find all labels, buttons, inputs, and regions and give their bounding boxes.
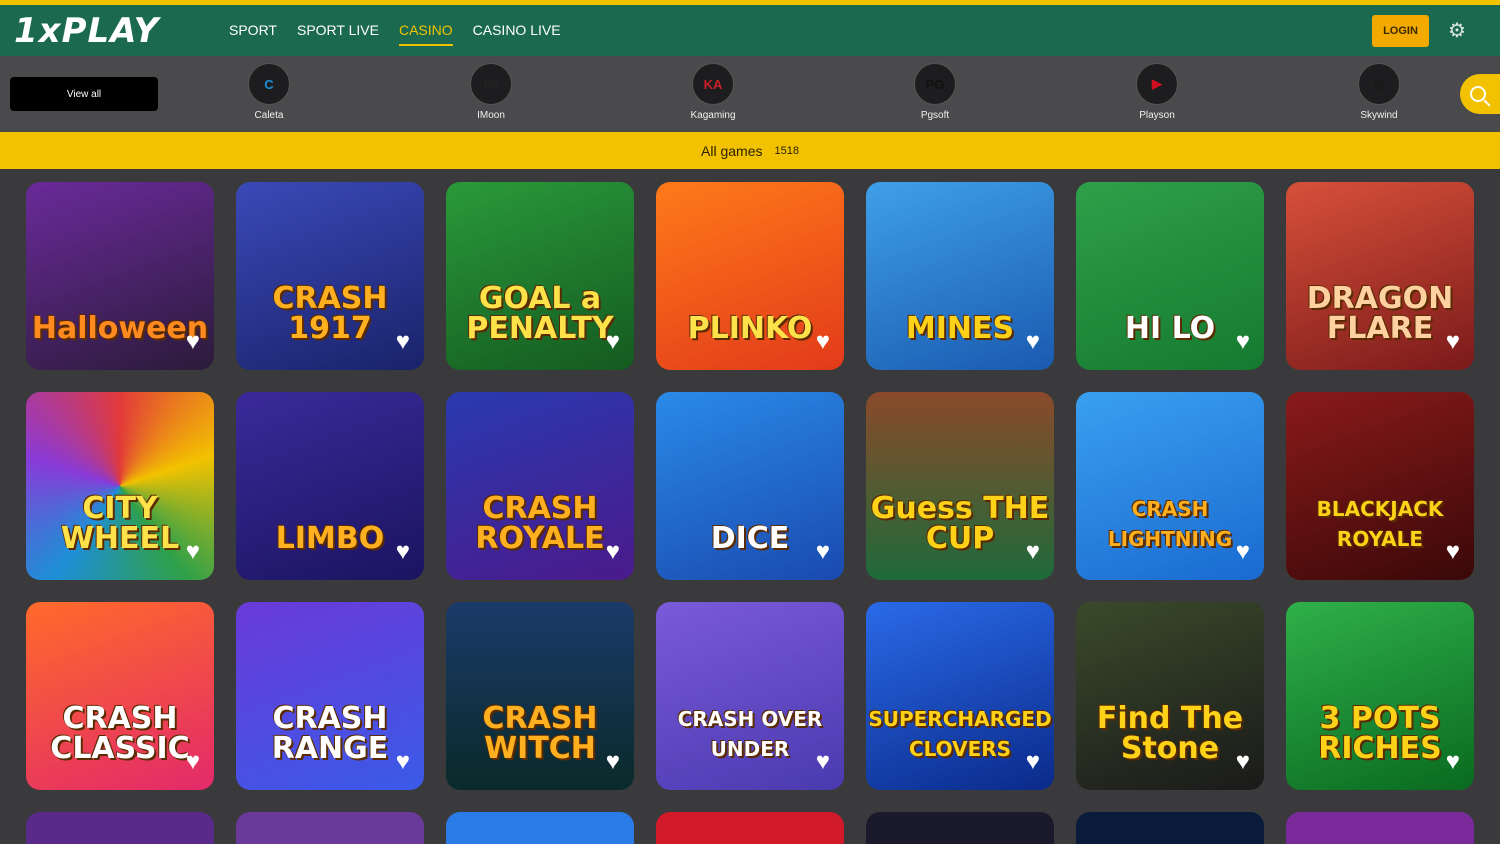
provider-kagaming[interactable]: KA Kagaming bbox=[653, 63, 773, 121]
favorite-heart-icon[interactable]: ♥ bbox=[1236, 330, 1250, 354]
provider-label: Playson bbox=[1139, 110, 1175, 121]
favorite-heart-icon[interactable]: ♥ bbox=[186, 330, 200, 354]
provider-label: IMoon bbox=[477, 110, 505, 121]
provider-label: Skywind bbox=[1360, 110, 1398, 121]
all-games-label: All games bbox=[701, 142, 763, 159]
nav-casino[interactable]: CASINO bbox=[398, 5, 453, 56]
all-games-bar: All games 1518 bbox=[0, 132, 1500, 169]
favorite-heart-icon[interactable]: ♥ bbox=[1446, 750, 1460, 774]
login-button[interactable]: LOGIN bbox=[1372, 15, 1429, 47]
game-tile-partial[interactable] bbox=[656, 812, 844, 844]
provider-skywind[interactable]: ◉ Skywind bbox=[1319, 63, 1439, 121]
provider-label: Caleta bbox=[254, 110, 284, 121]
game-tile[interactable]: BLACKJACK ROYALE ♥ bbox=[1286, 392, 1474, 580]
game-tile-partial[interactable] bbox=[1286, 812, 1474, 844]
favorite-heart-icon[interactable]: ♥ bbox=[606, 540, 620, 564]
game-tile[interactable]: GOAL a PENALTY ♥ bbox=[446, 182, 634, 370]
game-tile[interactable]: SUPERCHARGED CLOVERS ♥ bbox=[866, 602, 1054, 790]
game-tile-partial[interactable] bbox=[1076, 812, 1264, 844]
provider-logo-icon: PG bbox=[914, 63, 956, 105]
game-tile[interactable]: Halloween ♥ bbox=[26, 182, 214, 370]
game-tile[interactable]: LIMBO ♥ bbox=[236, 392, 424, 580]
all-games-count: 1518 bbox=[774, 144, 799, 157]
favorite-heart-icon[interactable]: ♥ bbox=[186, 540, 200, 564]
game-tile[interactable]: HI LO ♥ bbox=[1076, 182, 1264, 370]
favorite-heart-icon[interactable]: ♥ bbox=[396, 330, 410, 354]
game-tile[interactable]: CRASH CLASSIC ♥ bbox=[26, 602, 214, 790]
game-tile[interactable]: 3 POTS RICHES ♥ bbox=[1286, 602, 1474, 790]
game-tile[interactable]: DRAGON FLARE ♥ bbox=[1286, 182, 1474, 370]
provider-caleta[interactable]: C Caleta bbox=[209, 63, 329, 121]
favorite-heart-icon[interactable]: ♥ bbox=[1236, 750, 1250, 774]
provider-logo-icon: C bbox=[248, 63, 290, 105]
provider-bar: View all C Caleta iM IMoon KA Kagaming PG Pgsof… bbox=[0, 56, 1500, 132]
favorite-heart-icon[interactable]: ♥ bbox=[1236, 540, 1250, 564]
favorite-heart-icon[interactable]: ♥ bbox=[186, 750, 200, 774]
favorite-heart-icon[interactable]: ♥ bbox=[396, 750, 410, 774]
favorite-heart-icon[interactable]: ♥ bbox=[1446, 540, 1460, 564]
game-tile-partial[interactable] bbox=[446, 812, 634, 844]
game-tile[interactable]: MINES ♥ bbox=[866, 182, 1054, 370]
game-tile[interactable]: CRASH LIGHTNING ♥ bbox=[1076, 392, 1264, 580]
game-tile[interactable]: CRASH 1917 ♥ bbox=[236, 182, 424, 370]
provider-imoon[interactable]: iM IMoon bbox=[431, 63, 551, 121]
logo[interactable]: 1xPLAY bbox=[14, 11, 159, 51]
favorite-heart-icon[interactable]: ♥ bbox=[816, 540, 830, 564]
game-tile[interactable]: CRASH ROYALE ♥ bbox=[446, 392, 634, 580]
game-tile[interactable]: PLINKO ♥ bbox=[656, 182, 844, 370]
game-tile[interactable]: Guess THE CUP ♥ bbox=[866, 392, 1054, 580]
nav-sport[interactable]: SPORT bbox=[229, 5, 277, 56]
game-tile-partial[interactable] bbox=[236, 812, 424, 844]
provider-label: Pgsoft bbox=[920, 110, 950, 121]
game-tile[interactable]: Find The Stone ♥ bbox=[1076, 602, 1264, 790]
view-all-button[interactable]: View all bbox=[10, 77, 158, 111]
provider-logo-icon: KA bbox=[692, 63, 734, 105]
game-tile[interactable]: CRASH OVER UNDER ♥ bbox=[656, 602, 844, 790]
favorite-heart-icon[interactable]: ♥ bbox=[606, 330, 620, 354]
game-tile[interactable]: CITY WHEEL ♥ bbox=[26, 392, 214, 580]
favorite-heart-icon[interactable]: ♥ bbox=[1026, 540, 1040, 564]
search-button[interactable] bbox=[1460, 74, 1500, 114]
header: 1xPLAY SPORT SPORT LIVE CASINO CASINO LI… bbox=[0, 5, 1500, 56]
provider-logo-icon: ◉ bbox=[1358, 63, 1400, 105]
game-tile-partial[interactable] bbox=[26, 812, 214, 844]
nav-sport-live[interactable]: SPORT LIVE bbox=[297, 5, 379, 56]
favorite-heart-icon[interactable]: ♥ bbox=[816, 750, 830, 774]
favorite-heart-icon[interactable]: ♥ bbox=[606, 750, 620, 774]
game-tile-partial[interactable] bbox=[866, 812, 1054, 844]
search-icon bbox=[1470, 86, 1486, 102]
provider-logo-icon: iM bbox=[470, 63, 512, 105]
main-nav: SPORT SPORT LIVE CASINO CASINO LIVE bbox=[229, 5, 561, 56]
provider-label: Kagaming bbox=[690, 110, 736, 121]
gear-icon[interactable]: ⚙ bbox=[1446, 20, 1468, 42]
provider-logo-icon: ▶ bbox=[1136, 63, 1178, 105]
favorite-heart-icon[interactable]: ♥ bbox=[1026, 750, 1040, 774]
favorite-heart-icon[interactable]: ♥ bbox=[816, 330, 830, 354]
provider-pgsoft[interactable]: PG Pgsoft bbox=[875, 63, 995, 121]
game-tile[interactable]: CRASH RANGE ♥ bbox=[236, 602, 424, 790]
favorite-heart-icon[interactable]: ♥ bbox=[1446, 330, 1460, 354]
favorite-heart-icon[interactable]: ♥ bbox=[1026, 330, 1040, 354]
nav-casino-live[interactable]: CASINO LIVE bbox=[473, 5, 561, 56]
game-tile[interactable]: DICE ♥ bbox=[656, 392, 844, 580]
provider-playson[interactable]: ▶ Playson bbox=[1097, 63, 1217, 121]
favorite-heart-icon[interactable]: ♥ bbox=[396, 540, 410, 564]
game-tile[interactable]: CRASH WITCH ♥ bbox=[446, 602, 634, 790]
